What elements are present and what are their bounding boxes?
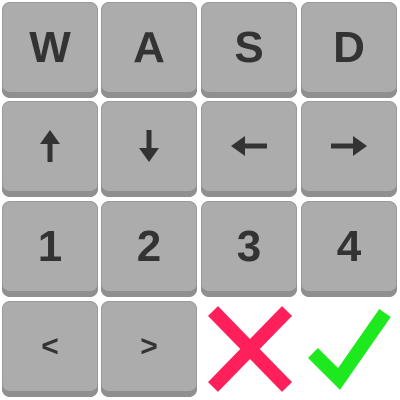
key-3[interactable]: 3 [201,201,297,297]
key-greater-than[interactable]: > [101,301,197,397]
key-label: 2 [136,222,162,271]
key-4[interactable]: 4 [301,201,397,297]
key-d[interactable]: D [301,2,397,98]
key-label: < [41,330,59,363]
key-label: 1 [37,222,63,271]
key-label: 3 [236,222,262,271]
key-arrow-right[interactable] [301,101,397,197]
arrow-up-icon [40,130,60,162]
cross-icon [207,306,293,392]
key-1[interactable]: 1 [2,201,98,297]
key-arrow-down[interactable] [101,101,197,197]
keypad: W A S D 1 2 3 4 < > [0,0,400,400]
check-icon [308,308,391,390]
key-less-than[interactable]: < [2,301,98,397]
key-a[interactable]: A [101,2,197,98]
arrow-down-icon [139,130,159,162]
key-2[interactable]: 2 [101,201,197,297]
key-s[interactable]: S [201,2,297,98]
key-label: S [234,23,264,72]
arrow-right-icon [331,136,367,156]
cancel-button[interactable] [201,301,297,397]
key-label: A [133,23,165,72]
key-label: 4 [336,222,362,271]
key-label: W [29,23,71,72]
key-label: > [140,330,158,363]
arrow-left-icon [231,136,267,156]
key-label: D [333,23,365,72]
confirm-button[interactable] [301,301,397,397]
key-arrow-left[interactable] [201,101,297,197]
key-w[interactable]: W [2,2,98,98]
key-arrow-up[interactable] [2,101,98,197]
